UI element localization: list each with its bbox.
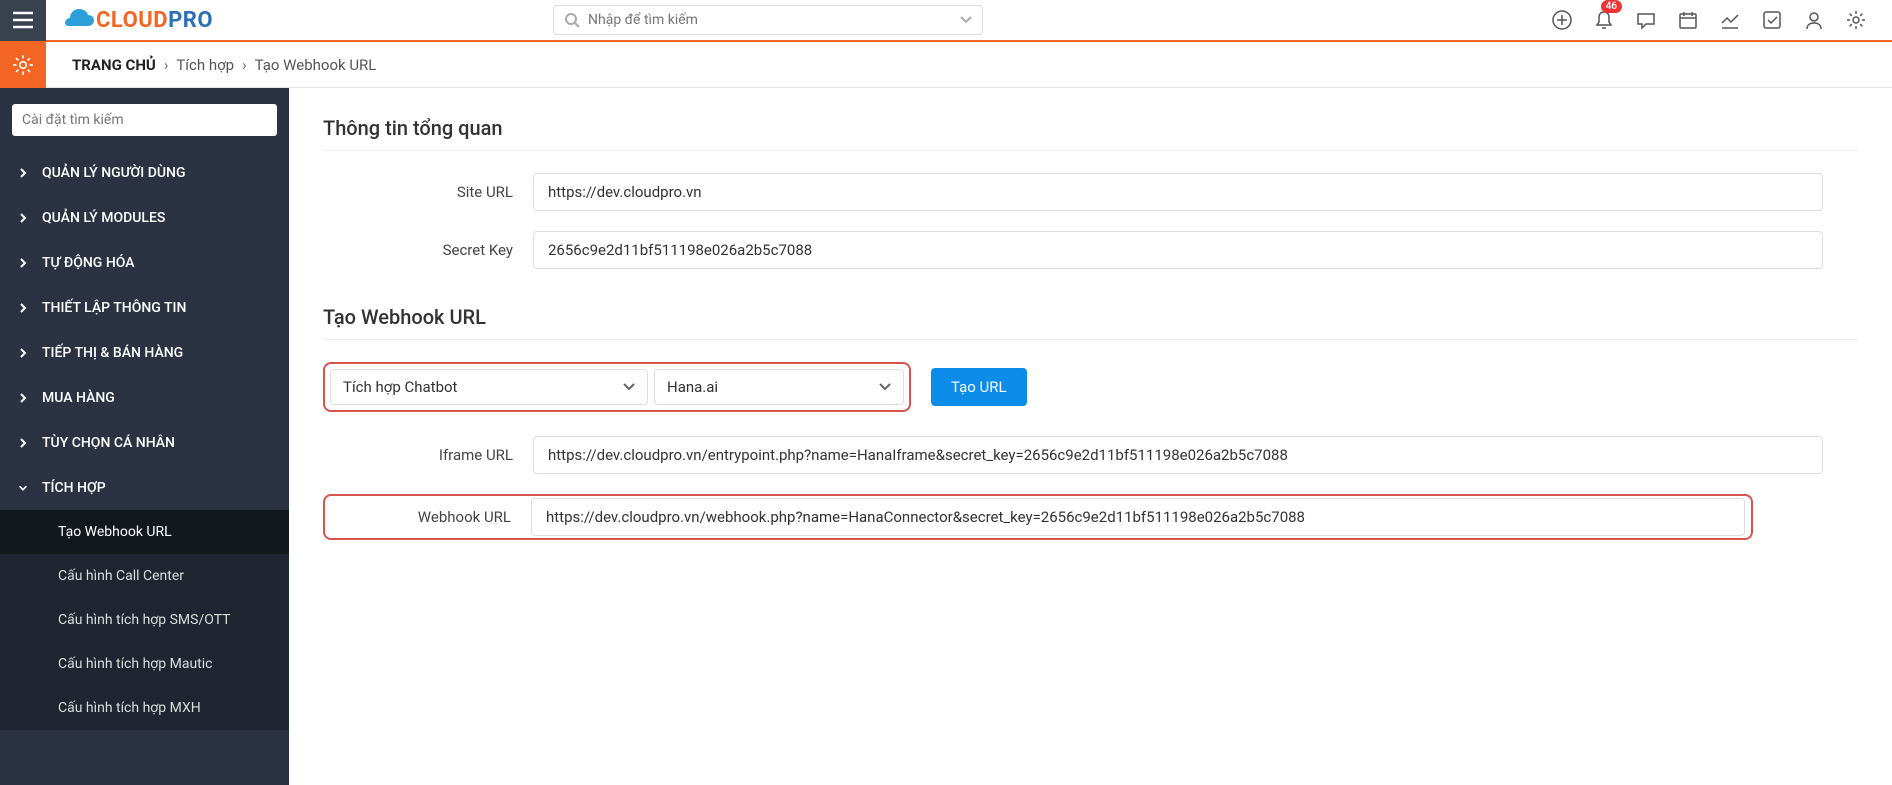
chevron-down-icon[interactable] [960, 16, 972, 24]
breadcrumb-item[interactable]: Tích hợp [176, 56, 234, 74]
subitem-create-webhook[interactable]: Tạo Webhook URL [0, 510, 289, 554]
header-toolbar: 46 [1544, 2, 1892, 38]
add-button[interactable] [1544, 2, 1580, 38]
gear-icon [1845, 9, 1867, 31]
chevron-down-icon [879, 383, 891, 391]
sidebar-item-info[interactable]: THIẾT LẬP THÔNG TIN [0, 285, 289, 330]
sidebar-label: QUẢN LÝ NGƯỜI DÙNG [42, 165, 186, 181]
sidebar-label: QUẢN LÝ MODULES [42, 210, 165, 226]
sidebar-item-integration[interactable]: TÍCH HỢP [0, 465, 289, 510]
search-icon [564, 12, 580, 28]
chart-icon [1719, 9, 1741, 31]
settings-button[interactable] [1838, 2, 1874, 38]
field-site-url: Site URL [323, 173, 1858, 211]
subitem-sms-ott[interactable]: Cấu hình tích hợp SMS/OTT [0, 598, 289, 642]
sidebar-item-personal[interactable]: TÙY CHỌN CÁ NHÂN [0, 420, 289, 465]
logo-text-1: CLOUD [96, 8, 168, 33]
sidebar-label: TÍCH HỢP [42, 480, 106, 496]
search-input[interactable] [588, 12, 960, 28]
main-content: Thông tin tổng quan Site URL Secret Key … [289, 88, 1892, 785]
select-value: Tích hợp Chatbot [343, 378, 457, 396]
reports-button[interactable] [1712, 2, 1748, 38]
sidebar-submenu: Tạo Webhook URL Cấu hình Call Center Cấu… [0, 510, 289, 730]
sidebar-search-input[interactable] [12, 104, 277, 136]
site-url-input[interactable] [533, 173, 1823, 211]
chevron-down-icon [18, 484, 28, 492]
breadcrumb: TRANG CHỦ › Tích hợp › Tạo Webhook URL [72, 56, 376, 74]
subitem-label: Tạo Webhook URL [58, 524, 172, 540]
chevron-right-icon [18, 212, 28, 224]
subitem-label: Cấu hình tích hợp MXH [58, 700, 201, 716]
provider-select[interactable]: Hana.ai [654, 369, 904, 405]
settings-sidebar: QUẢN LÝ NGƯỜI DÙNG QUẢN LÝ MODULES TỰ ĐỘ… [0, 88, 289, 785]
chevron-down-icon [623, 383, 635, 391]
webhook-url-label: Webhook URL [327, 508, 531, 526]
breadcrumb-separator: › [164, 56, 169, 74]
notification-badge: 46 [1601, 0, 1622, 13]
field-secret-key: Secret Key [323, 231, 1858, 269]
sidebar-label: MUA HÀNG [42, 390, 115, 406]
top-header: CLOUDPRO 46 [0, 0, 1892, 42]
field-iframe-url: Iframe URL [323, 436, 1858, 474]
select-value: Hana.ai [667, 378, 718, 396]
sidebar-item-marketing[interactable]: TIẾP THỊ & BÁN HÀNG [0, 330, 289, 375]
subitem-label: Cấu hình Call Center [58, 568, 184, 584]
create-url-button[interactable]: Tạo URL [931, 368, 1027, 406]
highlight-box-selects: Tích hợp Chatbot Hana.ai [323, 362, 911, 412]
integration-type-select[interactable]: Tích hợp Chatbot [330, 369, 648, 405]
check-square-icon [1761, 9, 1783, 31]
logo-text-2: PRO [168, 8, 213, 33]
highlight-box-webhook: Webhook URL [323, 494, 1753, 540]
overview-title: Thông tin tổng quan [323, 116, 1858, 151]
user-icon [1803, 9, 1825, 31]
secret-key-input[interactable] [533, 231, 1823, 269]
iframe-url-label: Iframe URL [323, 446, 533, 464]
breadcrumb-separator: › [242, 56, 247, 74]
sidebar-search [12, 104, 277, 136]
tasks-button[interactable] [1754, 2, 1790, 38]
subitem-label: Cấu hình tích hợp SMS/OTT [58, 612, 231, 628]
chat-icon [1635, 9, 1657, 31]
subitem-label: Cấu hình tích hợp Mautic [58, 656, 213, 672]
webhook-title: Tạo Webhook URL [323, 305, 1858, 340]
sidebar-label: TÙY CHỌN CÁ NHÂN [42, 435, 175, 451]
gear-icon [11, 53, 35, 77]
subitem-call-center[interactable]: Cấu hình Call Center [0, 554, 289, 598]
notifications-button[interactable]: 46 [1586, 2, 1622, 38]
breadcrumb-home[interactable]: TRANG CHỦ [72, 56, 156, 74]
subitem-mautic[interactable]: Cấu hình tích hợp Mautic [0, 642, 289, 686]
chat-button[interactable] [1628, 2, 1664, 38]
webhook-url-input[interactable] [531, 498, 1745, 536]
sidebar-item-users[interactable]: QUẢN LÝ NGƯỜI DÙNG [0, 150, 289, 195]
calendar-icon [1677, 9, 1699, 31]
chevron-right-icon [18, 257, 28, 269]
site-url-label: Site URL [323, 183, 533, 201]
sidebar-item-purchase[interactable]: MUA HÀNG [0, 375, 289, 420]
selects-row: Tích hợp Chatbot Hana.ai Tạo URL [323, 362, 1858, 412]
hamburger-icon [12, 11, 34, 29]
subheader: TRANG CHỦ › Tích hợp › Tạo Webhook URL [0, 42, 1892, 88]
global-search[interactable] [553, 5, 983, 35]
chevron-right-icon [18, 302, 28, 314]
calendar-button[interactable] [1670, 2, 1706, 38]
chevron-right-icon [18, 347, 28, 359]
chevron-right-icon [18, 437, 28, 449]
subitem-mxh[interactable]: Cấu hình tích hợp MXH [0, 686, 289, 730]
sidebar-label: THIẾT LẬP THÔNG TIN [42, 300, 186, 316]
logo[interactable]: CLOUDPRO [64, 8, 213, 33]
cloud-icon [64, 8, 96, 32]
profile-button[interactable] [1796, 2, 1832, 38]
sidebar-item-automation[interactable]: TỰ ĐỘNG HÓA [0, 240, 289, 285]
sidebar-item-modules[interactable]: QUẢN LÝ MODULES [0, 195, 289, 240]
sidebar-label: TỰ ĐỘNG HÓA [42, 255, 135, 271]
sidebar-label: TIẾP THỊ & BÁN HÀNG [42, 345, 183, 361]
iframe-url-input[interactable] [533, 436, 1823, 474]
breadcrumb-item: Tạo Webhook URL [255, 56, 377, 74]
plus-circle-icon [1551, 9, 1573, 31]
secret-key-label: Secret Key [323, 241, 533, 259]
hamburger-menu[interactable] [0, 0, 46, 41]
chevron-right-icon [18, 167, 28, 179]
settings-panel-button[interactable] [0, 42, 46, 88]
chevron-right-icon [18, 392, 28, 404]
